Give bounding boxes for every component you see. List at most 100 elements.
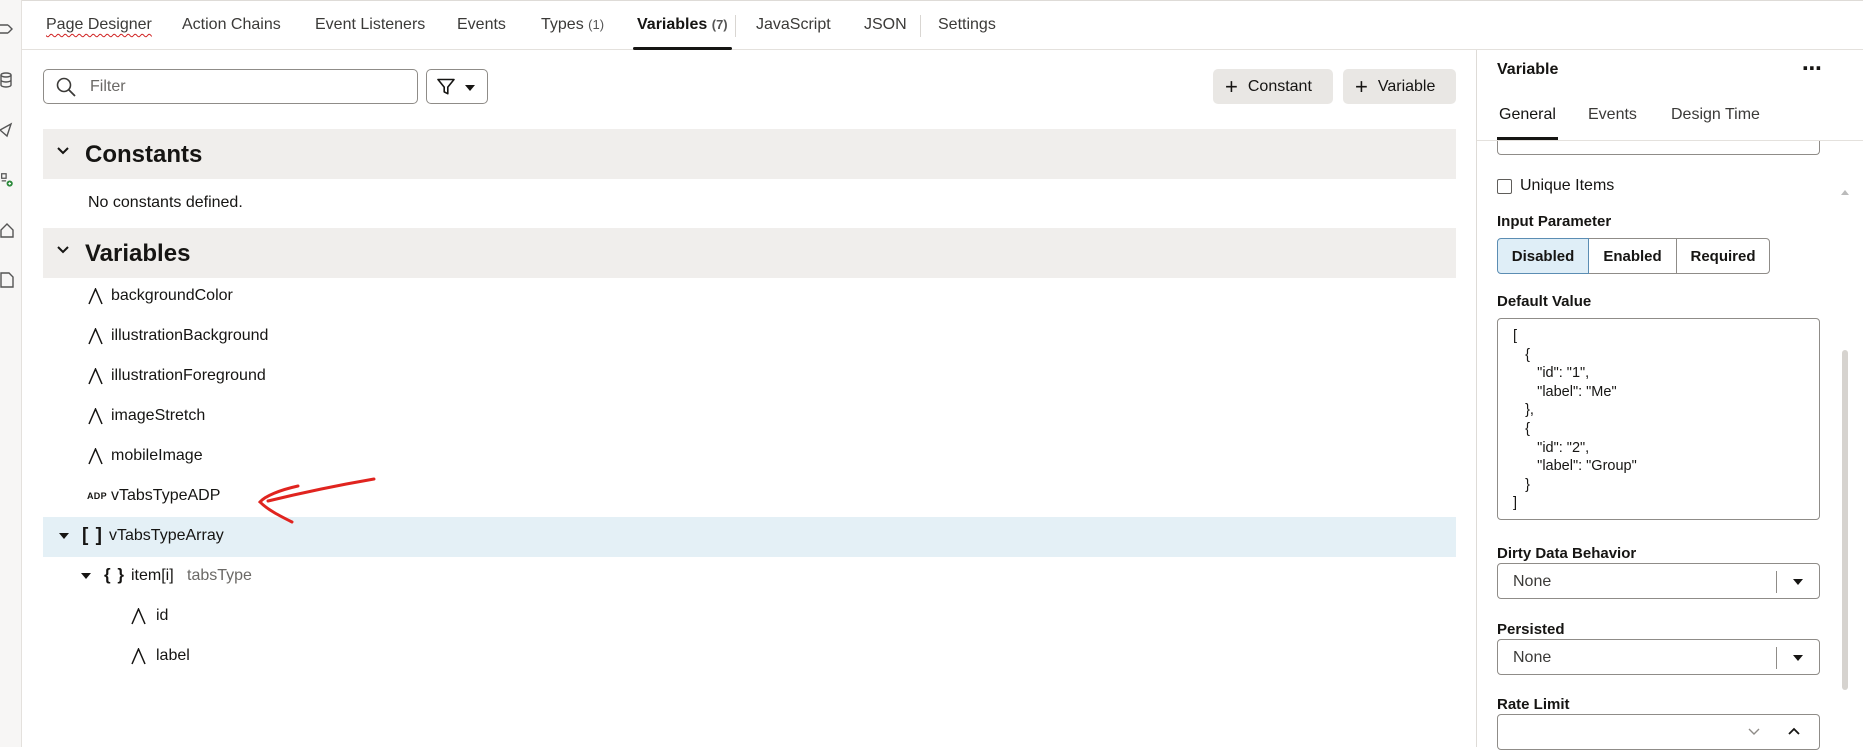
persisted-label: Persisted	[1497, 621, 1565, 638]
chevron-down-icon[interactable]	[1793, 579, 1803, 585]
flow-icon[interactable]	[0, 21, 14, 37]
persisted-select[interactable]: None	[1497, 639, 1820, 675]
variable-name: backgroundColor	[111, 287, 233, 304]
variable-name: illustrationBackground	[111, 327, 269, 344]
search-icon	[56, 77, 76, 97]
expand-caret-icon[interactable]	[81, 573, 91, 579]
tab-settings[interactable]: Settings	[938, 16, 996, 34]
add-variable-button[interactable]: + Variable	[1343, 69, 1456, 104]
variable-row[interactable]: imageStretch	[43, 397, 1456, 437]
variable-name: vTabsTypeArray	[109, 527, 224, 544]
variables-section-header[interactable]: Variables	[43, 228, 1456, 278]
string-type-icon	[88, 288, 103, 305]
add-constant-button[interactable]: + Constant	[1213, 69, 1333, 104]
rate-limit-label: Rate Limit	[1497, 696, 1570, 713]
object-type-icon: { }	[104, 565, 125, 584]
tab-types-label: Types	[541, 16, 584, 33]
array-type-icon: [ ]	[82, 525, 103, 546]
variable-row[interactable]: id	[43, 597, 1456, 637]
panel-scrollbar[interactable]	[1840, 150, 1850, 730]
variable-type-hint: tabsType	[187, 567, 252, 584]
string-type-icon	[88, 448, 103, 465]
tab-json[interactable]: JSON	[864, 16, 907, 34]
more-options-icon[interactable]: ⋯	[1802, 56, 1823, 81]
input-parameter-segmented: Disabled Enabled Required	[1497, 238, 1770, 274]
tab-javascript[interactable]: JavaScript	[756, 16, 831, 34]
variable-name: id	[156, 607, 169, 624]
plus-icon: +	[1225, 73, 1238, 99]
tab-events[interactable]: Events	[457, 16, 506, 34]
string-type-icon	[88, 328, 103, 345]
adp-type-icon: ADP	[87, 491, 107, 501]
tab-variables-label: Variables	[637, 16, 708, 33]
tab-action-chains[interactable]: Action Chains	[182, 16, 281, 34]
scrolled-field[interactable]	[1497, 141, 1820, 155]
string-type-icon	[131, 648, 146, 665]
tab-variables[interactable]: Variables (7)	[633, 16, 732, 50]
option-required[interactable]: Required	[1676, 238, 1770, 274]
no-constants-message: No constants defined.	[88, 194, 243, 211]
select-value: None	[1513, 573, 1552, 590]
variable-row[interactable]: illustrationForeground	[43, 357, 1456, 397]
tab-types-count: (1)	[588, 17, 605, 32]
panel-title: Variable	[1497, 61, 1559, 78]
string-type-icon	[88, 368, 103, 385]
dirty-data-behavior-label: Dirty Data Behavior	[1497, 545, 1637, 562]
default-value-label: Default Value	[1497, 293, 1592, 310]
rate-limit-field[interactable]	[1497, 714, 1820, 750]
section-title-variables: Variables	[85, 240, 191, 267]
variable-row[interactable]: { } item[i] tabsType	[43, 557, 1456, 597]
component-add-icon[interactable]	[0, 172, 14, 188]
variable-name: imageStretch	[111, 407, 206, 424]
input-parameter-label: Input Parameter	[1497, 213, 1612, 230]
chevron-down-icon[interactable]	[1748, 728, 1760, 736]
tab-events[interactable]: Events	[1588, 106, 1637, 124]
dirty-data-behavior-select[interactable]: None	[1497, 563, 1820, 599]
option-disabled[interactable]: Disabled	[1497, 238, 1589, 274]
variable-name: vTabsTypeADP	[111, 487, 221, 504]
add-constant-label: Constant	[1247, 77, 1312, 95]
chevron-down-icon[interactable]	[57, 246, 69, 254]
send-icon[interactable]	[0, 122, 14, 138]
left-icon-rail	[0, 0, 22, 747]
variable-row[interactable]: illustrationBackground	[43, 317, 1456, 357]
constants-section-header[interactable]: Constants	[43, 129, 1456, 179]
chevron-down-icon	[465, 85, 475, 91]
database-icon[interactable]	[0, 72, 14, 88]
home-lock-icon[interactable]	[0, 222, 14, 238]
select-divider	[1776, 647, 1777, 669]
scroll-up-icon[interactable]	[1841, 190, 1849, 195]
document-icon[interactable]	[0, 272, 14, 288]
unique-items-checkbox[interactable]	[1497, 179, 1512, 194]
chevron-down-icon[interactable]	[1793, 655, 1803, 661]
tab-page-designer[interactable]: Page Designer	[46, 16, 152, 34]
tab-general[interactable]: General	[1497, 106, 1558, 140]
filter-field[interactable]	[43, 69, 418, 104]
default-value-editor[interactable]: [ { "id": "1", "label": "Me" }, { "id": …	[1497, 318, 1820, 520]
select-value: None	[1513, 649, 1552, 666]
option-enabled[interactable]: Enabled	[1588, 238, 1677, 274]
chevron-up-icon[interactable]	[1788, 727, 1800, 735]
string-type-icon	[131, 608, 146, 625]
default-value-text: [ { "id": "1", "label": "Me" }, { "id": …	[1513, 328, 1637, 512]
plus-icon: +	[1355, 73, 1368, 99]
tab-separator	[920, 15, 921, 37]
filter-menu-button[interactable]	[426, 69, 488, 104]
string-type-icon	[88, 408, 103, 425]
variable-name: item[i]	[131, 567, 174, 584]
expand-caret-icon[interactable]	[59, 533, 69, 539]
select-divider	[1776, 571, 1777, 593]
variable-row[interactable]: label	[43, 637, 1456, 677]
tab-event-listeners[interactable]: Event Listeners	[315, 16, 425, 34]
scrollbar-thumb[interactable]	[1842, 350, 1848, 690]
add-variable-label: Variable	[1377, 77, 1436, 95]
tab-types[interactable]: Types (1)	[541, 16, 604, 34]
variable-name: mobileImage	[111, 447, 203, 464]
variable-row[interactable]: backgroundColor	[43, 277, 1456, 317]
variable-name: label	[156, 647, 190, 664]
tab-design-time[interactable]: Design Time	[1671, 106, 1760, 124]
filter-input[interactable]	[88, 77, 408, 97]
section-title-constants: Constants	[85, 141, 203, 168]
funnel-icon	[437, 78, 455, 95]
chevron-down-icon[interactable]	[57, 147, 69, 155]
